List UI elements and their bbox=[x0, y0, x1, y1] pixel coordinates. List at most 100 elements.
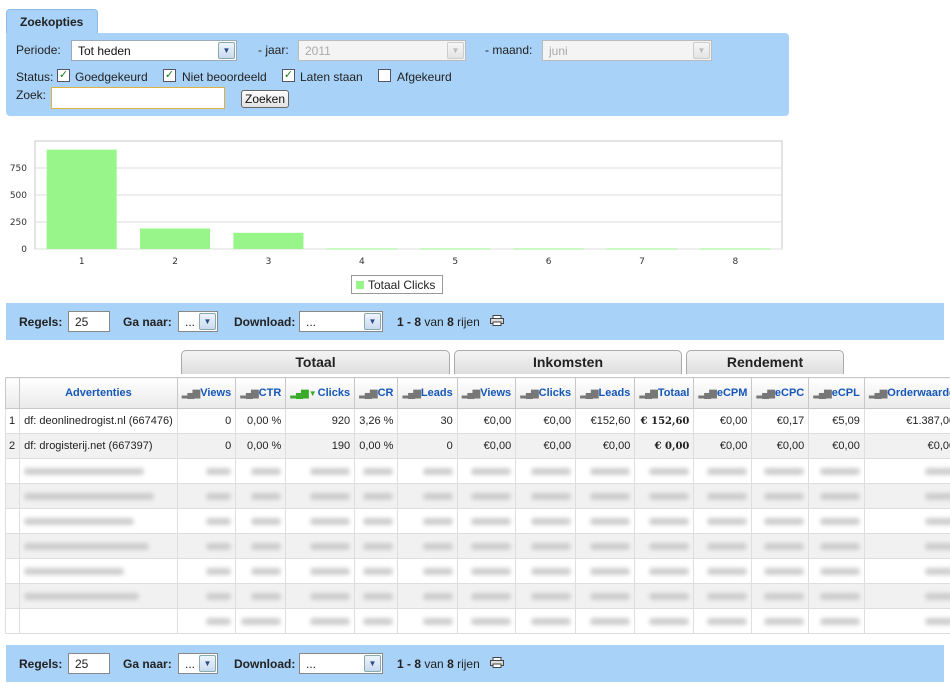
col-ecpc[interactable]: ▂▄▆ eCPC bbox=[751, 377, 810, 409]
redacted-cell bbox=[354, 583, 399, 609]
col-clicks[interactable]: ▂▄▆ ▼Clicks bbox=[285, 377, 356, 409]
row-index: 1 bbox=[4, 408, 21, 434]
col-cr[interactable]: ▂▄▆ CR bbox=[354, 377, 399, 409]
redacted-cell bbox=[575, 483, 636, 509]
advertentie-name[interactable]: df: drogisterij.net (667397) bbox=[19, 433, 178, 459]
redaction-smudge bbox=[471, 467, 512, 475]
advertentie-name[interactable]: df: deonlinedrogist.nl (667476) bbox=[19, 408, 178, 434]
redacted-cell bbox=[515, 483, 577, 509]
redacted-cell bbox=[456, 458, 517, 484]
redaction-smudge bbox=[471, 542, 512, 550]
print-icon[interactable] bbox=[490, 657, 504, 668]
print-icon[interactable] bbox=[490, 315, 504, 326]
redacted-cell bbox=[575, 608, 636, 634]
redacted-row bbox=[4, 608, 950, 634]
y-tick-label: 250 bbox=[10, 218, 27, 228]
redacted-cell bbox=[354, 458, 399, 484]
col-inkomsten-clicks[interactable]: ▂▄▆ Clicks bbox=[515, 377, 577, 409]
redacted-cell bbox=[19, 608, 178, 634]
redaction-smudge bbox=[206, 467, 232, 475]
redacted-cell bbox=[397, 508, 458, 534]
redacted-cell bbox=[235, 608, 287, 634]
download-select[interactable]: ... ▼ bbox=[299, 653, 383, 674]
redacted-cell bbox=[575, 508, 636, 534]
col-ctr[interactable]: ▂▄▆ CTR bbox=[235, 377, 287, 409]
cell-ink-clicks: €0,00 bbox=[515, 408, 577, 434]
redaction-smudge bbox=[471, 492, 512, 500]
col-label: CTR bbox=[258, 387, 282, 399]
table-row[interactable]: 1 df: deonlinedrogist.nl (667476) 0 0,00… bbox=[4, 408, 950, 434]
zoeken-button[interactable]: Zoeken bbox=[241, 90, 289, 108]
bar-chart-icon: ▂▄▆ bbox=[461, 388, 481, 399]
cell-ink-leads: €0,00 bbox=[575, 433, 636, 459]
redacted-cell bbox=[515, 558, 577, 584]
redaction-smudge bbox=[819, 592, 860, 600]
status-afgekeurd-checkbox[interactable] bbox=[378, 69, 391, 82]
chevron-down-icon: ▼ bbox=[199, 313, 216, 330]
redaction-smudge bbox=[764, 492, 805, 500]
regels-input[interactable]: 25 bbox=[68, 653, 110, 674]
redaction-smudge bbox=[24, 492, 155, 500]
cell-totaal: € 0,00 bbox=[634, 433, 695, 459]
bar bbox=[140, 228, 211, 249]
x-tick-label: 7 bbox=[639, 257, 645, 267]
search-options-tab[interactable]: Zoekopties bbox=[6, 9, 98, 33]
ganaar-select[interactable]: ... ▼ bbox=[178, 653, 218, 674]
redaction-smudge bbox=[310, 467, 351, 475]
maand-select[interactable]: juni ▼ bbox=[542, 40, 712, 61]
redacted-cell bbox=[751, 608, 810, 634]
cell-orderwaarde: €0,00 bbox=[863, 433, 950, 459]
redaction-smudge bbox=[24, 592, 140, 600]
redaction-smudge bbox=[819, 517, 860, 525]
table-row[interactable]: 2 df: drogisterij.net (667397) 0 0,00 % … bbox=[4, 433, 950, 459]
col-ecpl[interactable]: ▂▄▆ eCPL bbox=[808, 377, 865, 409]
redacted-cell bbox=[456, 533, 517, 559]
pagination-toolbar-top: Regels: 25 Ga naar: ... ▼ Download: ... … bbox=[6, 303, 944, 340]
col-label: Orderwaarde bbox=[887, 387, 950, 399]
redaction-smudge bbox=[819, 617, 860, 625]
ganaar-select[interactable]: ... ▼ bbox=[178, 311, 218, 332]
redacted-cell bbox=[285, 558, 356, 584]
col-orderwaarde[interactable]: ▂▄▆ Orderwaarde bbox=[863, 377, 950, 409]
redaction-smudge bbox=[531, 542, 572, 550]
redaction-smudge bbox=[206, 492, 232, 500]
jaar-select[interactable]: 2011 ▼ bbox=[298, 40, 466, 61]
redaction-smudge bbox=[764, 542, 805, 550]
redacted-cell bbox=[515, 583, 577, 609]
download-value: ... bbox=[306, 657, 317, 671]
chevron-down-icon: ▼ bbox=[364, 313, 381, 330]
redacted-cell bbox=[4, 458, 21, 484]
status-goedgekeurd-checkbox[interactable]: ✓ bbox=[57, 69, 70, 82]
periode-select[interactable]: Tot heden ▼ bbox=[71, 40, 237, 61]
regels-input[interactable]: 25 bbox=[68, 311, 110, 332]
redacted-cell bbox=[456, 583, 517, 609]
col-advertenties[interactable]: Advertenties bbox=[19, 377, 178, 409]
redacted-cell bbox=[285, 458, 356, 484]
chart-legend: Totaal Clicks bbox=[351, 275, 443, 294]
col-ecpm[interactable]: ▂▄▆ eCPM bbox=[693, 377, 753, 409]
col-inkomsten-leads[interactable]: ▂▄▆ Leads bbox=[575, 377, 636, 409]
redacted-cell bbox=[751, 508, 810, 534]
zoek-input[interactable] bbox=[51, 87, 225, 109]
redacted-cell bbox=[354, 608, 399, 634]
redacted-cell bbox=[397, 583, 458, 609]
redaction-smudge bbox=[363, 492, 394, 500]
redacted-cell bbox=[397, 533, 458, 559]
col-views[interactable]: ▂▄▆ Views bbox=[176, 377, 237, 409]
redaction-smudge bbox=[471, 517, 512, 525]
x-tick-label: 1 bbox=[79, 257, 85, 267]
redaction-smudge bbox=[363, 542, 394, 550]
col-totaal[interactable]: ▂▄▆ Totaal bbox=[634, 377, 695, 409]
col-inkomsten-views[interactable]: ▂▄▆ Views bbox=[456, 377, 517, 409]
bar-chart-icon: ▂▄▆ bbox=[756, 388, 775, 399]
redaction-smudge bbox=[251, 567, 282, 575]
redaction-smudge bbox=[707, 567, 748, 575]
redacted-cell bbox=[751, 583, 810, 609]
redacted-cell bbox=[863, 483, 950, 509]
redaction-smudge bbox=[206, 542, 232, 550]
col-leads[interactable]: ▂▄▆ Leads bbox=[397, 377, 458, 409]
totaal-value: € 0,00 bbox=[654, 441, 690, 452]
download-select[interactable]: ... ▼ bbox=[299, 311, 383, 332]
status-niet-beoordeeld-checkbox[interactable]: ✓ bbox=[163, 69, 176, 82]
status-laten-staan-checkbox[interactable]: ✓ bbox=[282, 69, 295, 82]
